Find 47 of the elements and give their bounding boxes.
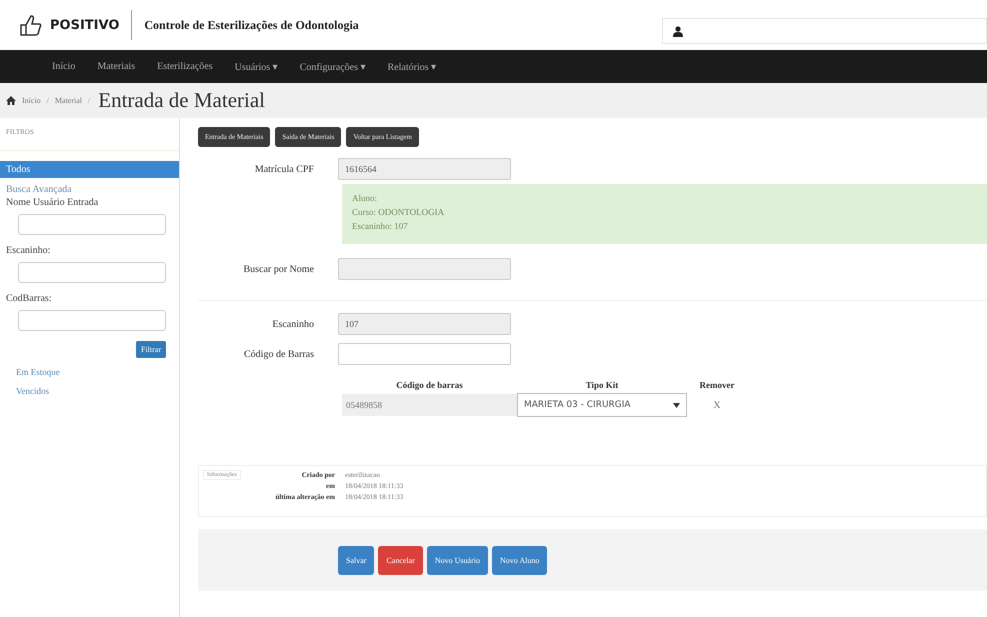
action-button[interactable]: Novo Aluno: [492, 546, 548, 574]
field-label: CodBarras:: [5, 293, 53, 304]
user-menu[interactable]: [662, 18, 987, 44]
field-label: Matrícula CPF: [254, 164, 315, 174]
nav-item[interactable]: Esterilizações: [157, 61, 213, 72]
breadcrumb-link[interactable]: Material: [54, 96, 82, 105]
logo-text: POSITIVO: [50, 18, 120, 32]
filter-field[interactable]: [18, 214, 166, 235]
sidebar-link[interactable]: Vencidos: [0, 377, 179, 396]
nav-item[interactable]: Relatórios ▾: [388, 60, 436, 72]
action-button[interactable]: Cancelar: [378, 546, 423, 574]
breadcrumb-separator: /: [88, 96, 90, 105]
column-header: Tipo Kit: [584, 379, 620, 392]
filter-field[interactable]: [18, 310, 166, 331]
user-icon: [673, 26, 683, 36]
home-icon[interactable]: [6, 96, 16, 105]
alert-text: Escaninho: 107: [352, 220, 409, 233]
barcode-field[interactable]: [338, 343, 511, 365]
filter-button[interactable]: Filtrar: [136, 341, 166, 358]
barcode-cell: 05489858: [342, 394, 517, 416]
column-header: Remover: [698, 379, 736, 392]
alert-text: Aluno:: [352, 192, 378, 205]
field-label: Escaninho:: [5, 245, 52, 256]
filter-field[interactable]: [18, 262, 166, 283]
nav-item[interactable]: Usuários ▾: [234, 60, 278, 72]
thumbs-up-logo-icon: [18, 13, 44, 37]
alert-text: Curso: ODONTOLOGIA: [352, 206, 446, 219]
field-label: Nome Usuário Entrada: [5, 197, 100, 208]
field-label: Código de Barras: [243, 348, 315, 360]
breadcrumb-separator: /: [46, 96, 49, 105]
caret-icon: [673, 402, 680, 408]
nav-item[interactable]: Materiais: [97, 61, 136, 72]
field-label: Buscar por Nome: [242, 264, 315, 274]
field-label: Escaninho: [271, 318, 315, 330]
advanced-search-link[interactable]: Busca Avançada: [0, 178, 179, 195]
nav-item[interactable]: Início: [52, 61, 76, 72]
sidebar-link[interactable]: Em Estoque: [0, 358, 179, 377]
column-header: Código de barras: [395, 379, 464, 392]
remove-link[interactable]: X: [713, 400, 721, 410]
nav-item[interactable]: Configurações ▾: [300, 60, 366, 72]
kit-select[interactable]: MARIETA 03 - CIRURGIA: [517, 393, 687, 417]
action-button[interactable]: Novo Usuário: [426, 546, 488, 574]
page-title: Entrada de Material: [98, 88, 265, 113]
breadcrumb-link[interactable]: Início: [22, 96, 41, 105]
app-title: Controle de Esterilizações de Odontologia: [144, 18, 359, 32]
action-button[interactable]: Salvar: [338, 546, 374, 574]
sidebar-item[interactable]: Todos: [0, 161, 179, 178]
